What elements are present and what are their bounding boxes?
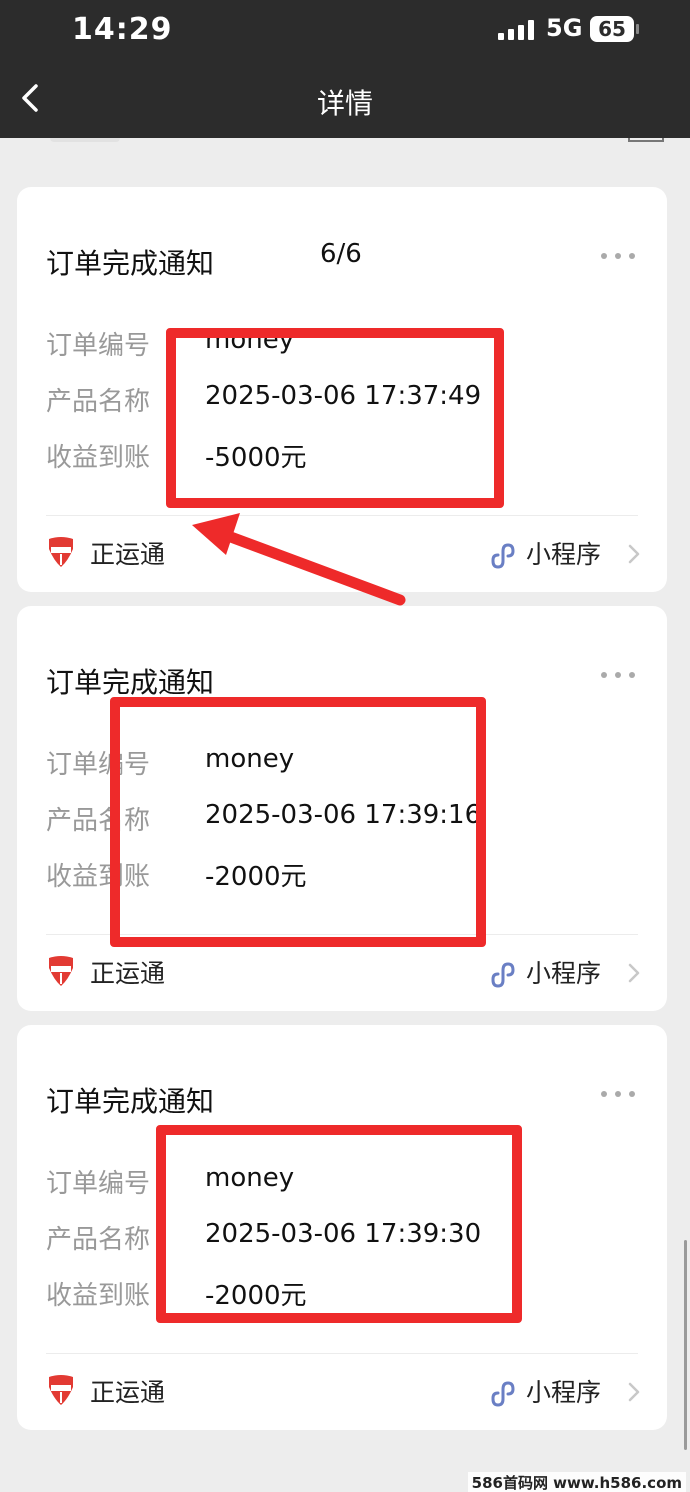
card-title: 订单完成通知 [46, 247, 215, 280]
row-label: 订单编号 [46, 1169, 151, 1199]
row-value: 2025-03-06 17:39:30 [205, 1219, 482, 1249]
signal-icon [498, 20, 534, 40]
brand-name[interactable]: 正运通 [90, 1373, 165, 1409]
network-type: 5G [546, 14, 583, 42]
row-value: money [205, 744, 295, 774]
row-value: 2025-03-06 17:39:16 [205, 800, 482, 830]
previous-card-edge [50, 138, 120, 142]
row-value: money [205, 1163, 295, 1193]
mini-program-label[interactable]: 小程序 [526, 954, 601, 990]
row-value: -5000元 [205, 443, 307, 473]
chevron-right-icon[interactable] [627, 543, 641, 565]
card-title: 订单完成通知 [46, 1085, 215, 1118]
brand-logo-icon [49, 956, 73, 986]
mini-program-icon[interactable] [487, 541, 515, 569]
battery-level: 65 [598, 17, 626, 41]
brand-name[interactable]: 正运通 [90, 954, 165, 990]
more-icon[interactable] [601, 253, 635, 261]
nav-bar: 详情 [0, 60, 690, 138]
row-label: 收益到账 [46, 443, 151, 473]
mini-program-icon[interactable] [487, 1379, 515, 1407]
card-title: 订单完成通知 [46, 666, 215, 699]
notification-card[interactable]: 订单完成通知 6/6 订单编号 money 产品名称 2025-03-06 17… [17, 187, 667, 592]
mini-program-label[interactable]: 小程序 [526, 535, 601, 571]
divider [46, 1353, 638, 1354]
brand-logo-icon [49, 537, 73, 567]
row-label: 产品名称 [46, 806, 151, 836]
page-title: 详情 [316, 87, 373, 120]
divider [46, 934, 638, 935]
row-value: -2000元 [205, 1281, 307, 1311]
scrollbar[interactable] [684, 1240, 687, 1450]
row-label: 产品名称 [46, 1225, 151, 1255]
brand-logo-icon [49, 1375, 73, 1405]
row-label: 订单编号 [46, 750, 151, 780]
row-value: money [205, 325, 295, 355]
card-counter: 6/6 [320, 239, 362, 269]
divider [46, 515, 638, 516]
mini-program-icon[interactable] [487, 960, 515, 988]
battery-icon: 65 [590, 16, 634, 42]
row-label: 产品名称 [46, 387, 151, 417]
chevron-right-icon[interactable] [627, 1381, 641, 1403]
row-label: 收益到账 [46, 862, 151, 892]
previous-card-icon-edge [628, 138, 664, 142]
mini-program-label[interactable]: 小程序 [526, 1373, 601, 1409]
chevron-right-icon[interactable] [627, 962, 641, 984]
brand-name[interactable]: 正运通 [90, 535, 165, 571]
status-time: 14:29 [72, 12, 173, 47]
row-label: 收益到账 [46, 1281, 151, 1311]
row-label: 订单编号 [46, 331, 151, 361]
more-icon[interactable] [601, 672, 635, 680]
row-value: 2025-03-06 17:37:49 [205, 381, 482, 411]
row-value: -2000元 [205, 862, 307, 892]
watermark: 586首码网 www.h586.com [467, 1472, 686, 1492]
status-bar: 14:29 5G 65 [0, 0, 690, 60]
notification-card[interactable]: 订单完成通知 订单编号 money 产品名称 2025-03-06 17:39:… [17, 1025, 667, 1430]
more-icon[interactable] [601, 1091, 635, 1099]
battery-cap [636, 24, 639, 34]
notification-card[interactable]: 订单完成通知 订单编号 money 产品名称 2025-03-06 17:39:… [17, 606, 667, 1011]
